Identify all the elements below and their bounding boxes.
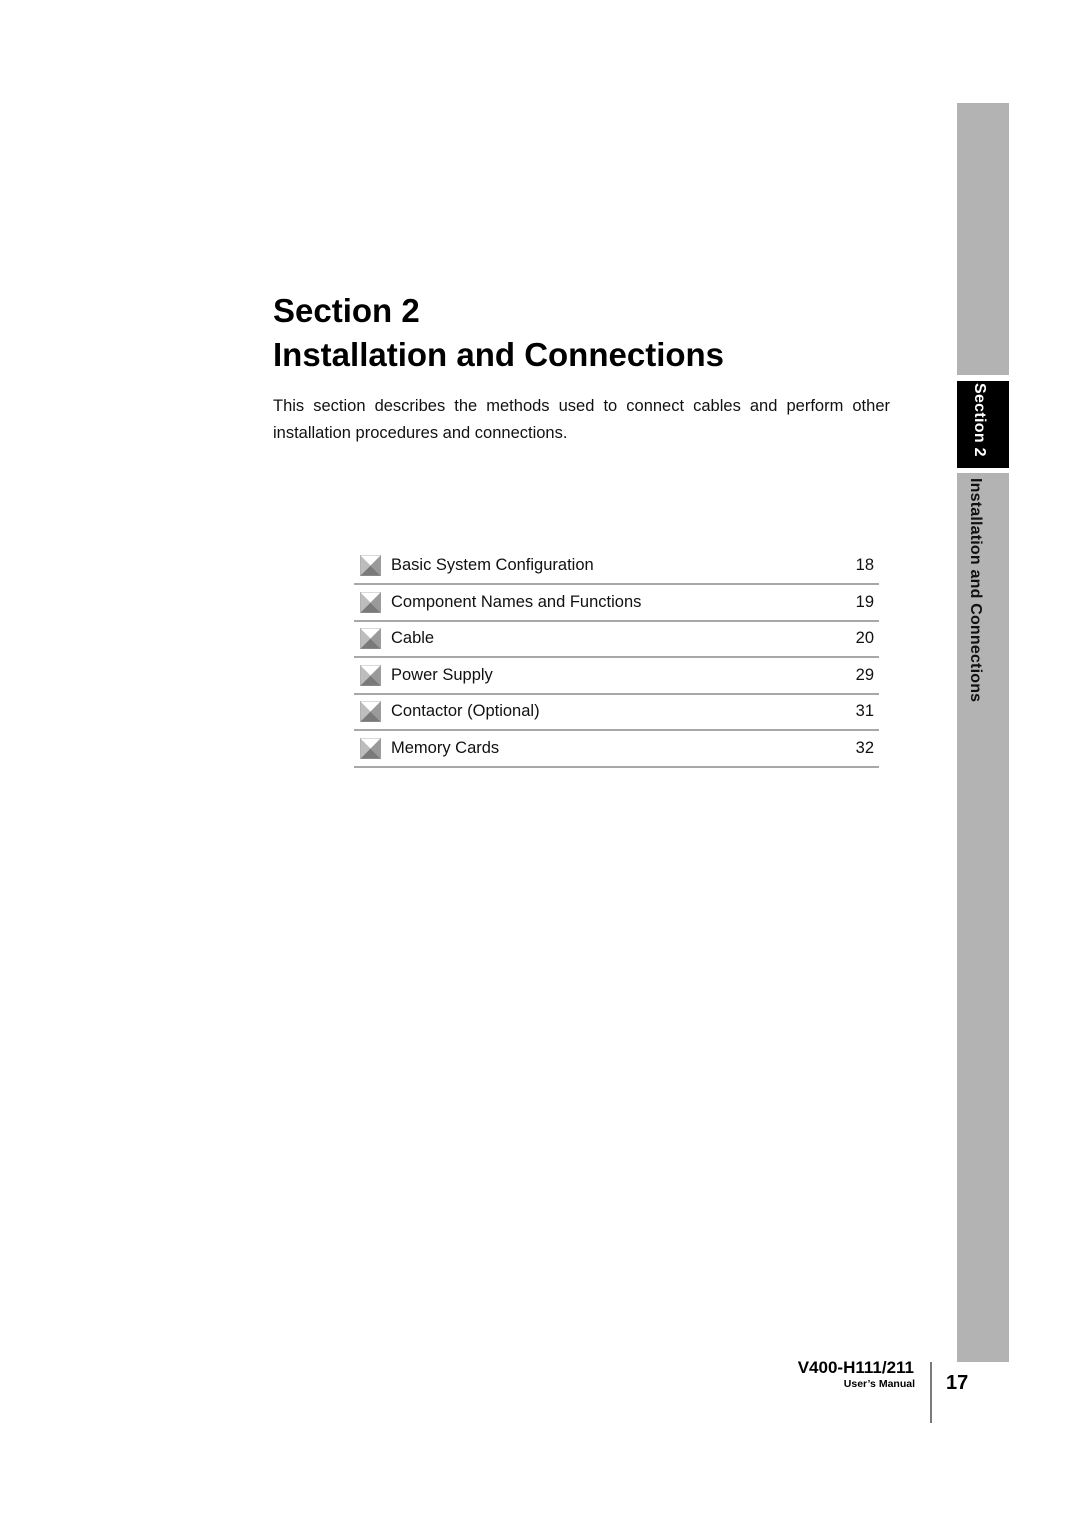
toc-item[interactable]: Component Names and Functions 19 bbox=[354, 585, 879, 622]
toc-item-label: Basic System Configuration bbox=[391, 556, 594, 574]
toc-item-page: 19 bbox=[855, 592, 874, 611]
toc-item-label: Contactor (Optional) bbox=[391, 702, 540, 721]
toc-item[interactable]: Memory Cards 32 bbox=[354, 731, 879, 768]
toc-item-label: Component Names and Functions bbox=[391, 592, 642, 611]
page-number: 17 bbox=[946, 1372, 969, 1394]
toc-item-label: Power Supply bbox=[391, 665, 493, 684]
toc-item[interactable]: Cable 20 bbox=[354, 622, 879, 658]
footer-divider bbox=[930, 1362, 932, 1423]
footer-model: V400-H111/211 bbox=[797, 1358, 914, 1377]
page-title: Section 2 Installation and Connections bbox=[273, 289, 724, 377]
toc-item[interactable]: Contactor (Optional) 31 bbox=[354, 695, 879, 731]
pyramid-bullet-icon bbox=[360, 664, 381, 686]
toc-item-page: 32 bbox=[855, 738, 874, 757]
side-index-bar-top bbox=[957, 103, 1009, 375]
section-tab-label: Section 2 bbox=[971, 383, 988, 457]
side-index-title: Installation and Connections bbox=[967, 478, 984, 703]
toc-item-page: 20 bbox=[855, 629, 874, 648]
toc-item-label: Memory Cards bbox=[391, 738, 500, 757]
section-title: Installation and Connections bbox=[273, 336, 725, 373]
footer-subtitle: User’s Manual bbox=[843, 1378, 915, 1390]
pyramid-bullet-icon bbox=[360, 628, 381, 650]
section-intro: This section describes the methods used … bbox=[273, 397, 890, 442]
toc-item[interactable]: Basic System Configuration 18 bbox=[354, 548, 879, 585]
toc-item-label: Cable bbox=[391, 629, 435, 648]
toc-item-page: 18 bbox=[855, 556, 874, 574]
pyramid-bullet-icon bbox=[360, 701, 381, 723]
toc-item-page: 29 bbox=[855, 665, 874, 684]
table-of-contents: Basic System Configuration 18 Component … bbox=[354, 548, 879, 768]
pyramid-bullet-icon bbox=[360, 737, 381, 759]
pyramid-bullet-icon bbox=[360, 591, 381, 613]
section-number: Section 2 bbox=[273, 292, 420, 329]
toc-item-page: 31 bbox=[855, 702, 874, 721]
pyramid-bullet-icon bbox=[360, 555, 381, 576]
toc-item[interactable]: Power Supply 29 bbox=[354, 658, 879, 695]
